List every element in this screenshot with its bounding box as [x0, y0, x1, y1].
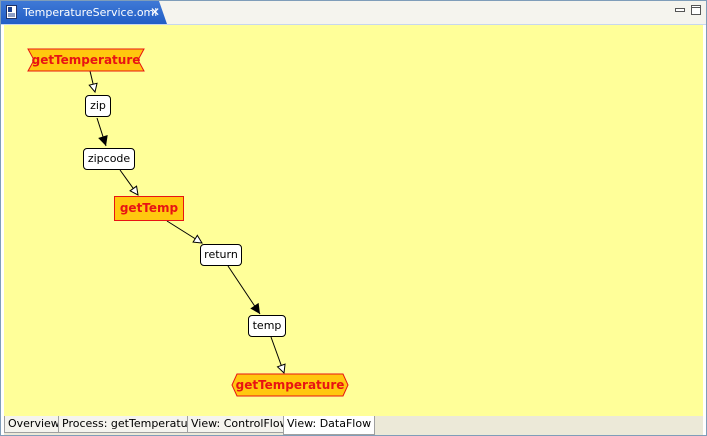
edge-zipcode-to-gettemp: [119, 169, 138, 195]
node-zip[interactable]: zip: [85, 95, 111, 117]
dataflow-canvas[interactable]: getTemperature zip zipcode getTemp retur…: [4, 25, 703, 416]
end-operation-label: getTemperature: [235, 378, 345, 392]
editor-tab-bar: TemperatureService.oml ✕: [1, 1, 706, 25]
close-icon[interactable]: ✕: [150, 1, 160, 24]
edge-return-to-temp: [227, 265, 261, 315]
edge-start-to-zip: [90, 70, 95, 92]
gettemp-label: getTemp: [119, 201, 179, 215]
edge-gettemp-to-return: [166, 220, 202, 243]
start-operation-label: getTemperature: [31, 53, 141, 67]
editor-window: TemperatureService.oml ✕ getTemperature …: [0, 0, 707, 436]
tab-process-gettemperature[interactable]: Process: getTemperature: [58, 416, 203, 433]
tab-title: TemperatureService.oml: [23, 6, 158, 19]
node-return[interactable]: return: [200, 244, 242, 266]
tab-view-controlflow[interactable]: View: ControlFlow: [187, 416, 293, 433]
maximize-icon[interactable]: [691, 5, 701, 15]
edge-temp-to-end: [270, 336, 284, 373]
tab-overview[interactable]: Overview: [4, 416, 64, 433]
node-temp[interactable]: temp: [248, 315, 286, 337]
bottom-tab-bar: Overview Process: getTemperature View: C…: [4, 416, 703, 435]
tab-temperatureservice-oml[interactable]: TemperatureService.oml ✕: [1, 1, 167, 24]
edge-zip-to-zipcode: [96, 117, 108, 147]
tab-view-dataflow[interactable]: View: DataFlow: [283, 416, 376, 435]
minimize-icon[interactable]: [675, 5, 685, 15]
node-zipcode[interactable]: zipcode: [83, 148, 135, 170]
edges-layer: [4, 70, 703, 416]
file-icon: [6, 5, 17, 19]
